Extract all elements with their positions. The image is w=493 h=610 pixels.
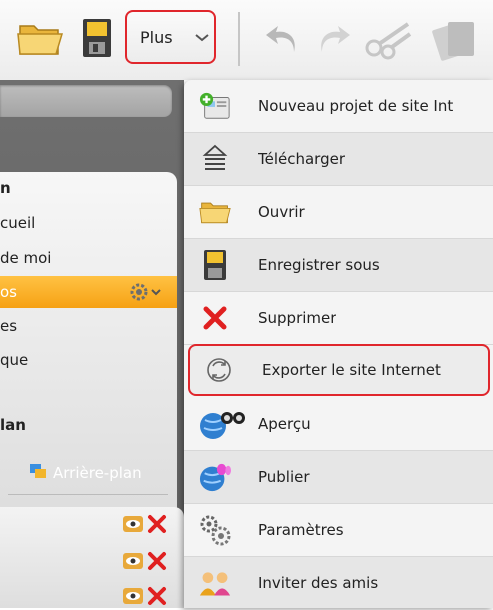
page-item[interactable]: es [0,317,17,335]
menu-item-preview[interactable]: Aperçu [184,398,493,451]
visibility-eye-icon[interactable] [122,551,144,575]
scissors-icon[interactable] [364,18,412,64]
panel-search-field[interactable] [0,85,172,117]
background-icon [29,463,47,483]
visibility-eye-icon[interactable] [122,514,144,538]
people-icon [199,567,231,599]
menu-item-label: Ouvrir [258,203,305,221]
page-item[interactable]: cueil [0,214,35,232]
delete-x-icon [199,302,231,334]
redo-icon[interactable] [314,22,352,60]
gears-icon [199,514,231,546]
page-group-label: lan [0,416,26,434]
save-icon[interactable] [82,18,112,62]
menu-item-label: Nouveau projet de site Int [258,97,454,115]
menu-item-upload[interactable]: Télécharger [184,133,493,186]
menu-item-label: Inviter des amis [258,573,379,592]
page-group-label: n [0,179,11,197]
menu-item-delete[interactable]: Supprimer [184,292,493,345]
selected-page-row[interactable] [0,276,177,308]
gear-menu-icon[interactable] [128,281,162,307]
menu-item-export-site[interactable]: Exporter le site Internet [188,344,490,396]
menu-item-invite-friends[interactable]: Inviter des amis [184,557,493,608]
toolbar-separator [238,12,240,66]
page-item-selected[interactable]: os [0,283,17,301]
menu-item-open[interactable]: Ouvrir [184,186,493,239]
menu-item-label: Publier [258,468,310,486]
binoculars-globe-icon [199,408,255,440]
menu-item-new-site[interactable]: Nouveau projet de site Int [184,80,493,133]
visibility-eye-icon[interactable] [122,586,144,610]
divider [8,494,168,495]
new-site-icon [199,90,231,122]
menu-item-label: Exporter le site Internet [262,361,441,379]
export-cycle-icon [203,354,235,386]
open-folder-icon[interactable] [16,18,64,62]
menu-item-save-as[interactable]: Enregistrer sous [184,239,493,292]
plus-menu-button[interactable]: Plus [125,10,216,64]
upload-icon [199,143,231,175]
menu-item-label: Supprimer [258,309,337,327]
page-item[interactable]: que [0,351,28,369]
menu-item-label: Enregistrer sous [258,256,380,274]
menu-item-settings[interactable]: Paramètres [184,504,493,557]
chevron-down-icon [193,28,211,50]
menu-item-publish[interactable]: Publier [184,451,493,504]
menu-item-label: Aperçu [258,415,311,433]
undo-icon[interactable] [264,22,302,60]
floppy-icon [199,249,231,281]
plus-label: Plus [140,27,173,47]
menu-item-label: Télécharger [258,150,346,168]
toolbar: Plus [0,0,493,80]
delete-x-icon[interactable] [147,586,167,610]
delete-x-icon[interactable] [147,551,167,575]
menu-item-label: Paramètres [258,521,344,539]
delete-x-icon[interactable] [147,514,167,538]
page-item[interactable]: de moi [0,249,51,267]
copy-icon[interactable] [430,18,482,66]
background-link-label: Arrière-plan [53,464,142,482]
folder-icon [199,196,231,228]
background-link[interactable]: Arrière-plan [29,463,142,483]
left-panel: n cueil de moi os es que lan Arrière-pla… [0,80,184,608]
globe-butterfly-icon [199,461,231,493]
plus-dropdown-menu: Nouveau projet de site Int Télécharger O… [184,80,493,608]
